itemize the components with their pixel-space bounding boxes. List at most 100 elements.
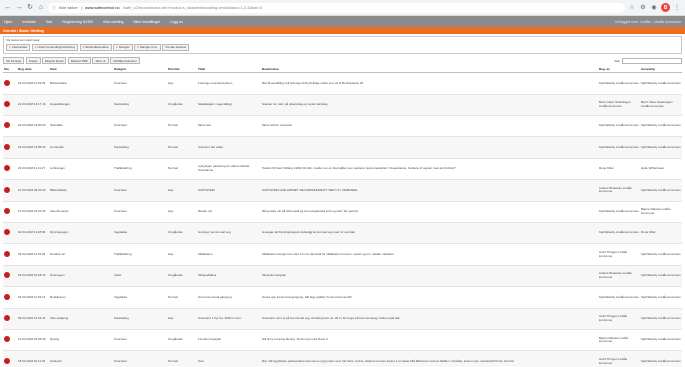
filter-chip-mangler[interactable]: ● Mangler xyxy=(113,43,133,51)
filter-chip-under-behandling[interactable]: ● Under behandling/Utbedring xyxy=(31,43,79,51)
extension-icon[interactable]: ⚙ xyxy=(639,4,647,12)
cell-title[interactable]: Forlenge overvanssystem xyxy=(197,72,261,95)
cell-title[interactable]: Skadelagtar i vegerdklugt xyxy=(197,94,261,117)
search-input[interactable] xyxy=(622,57,682,64)
cell-status xyxy=(3,94,17,117)
table-row[interactable]: 04.04.2018 11:03:13 Roskilmnen Vegdekke Nor… xyxy=(3,286,682,309)
filter-chip-vis-alle[interactable]: Vis alle statuser xyxy=(162,43,190,51)
table-row[interactable]: 22.03.2018 12:17:16 Hopeddrangen Kantslati… xyxy=(3,94,682,117)
nav-item-hjem[interactable]: Hjem xyxy=(4,20,12,24)
chip-label: Mangler xyxy=(118,45,130,50)
nav-item-innhikke[interactable]: Innhikke xyxy=(22,20,35,24)
col-header-category[interactable]: Kategori xyxy=(113,65,167,74)
cell-title[interactable]: Rønde mit xyxy=(197,201,261,223)
nav-item-kart[interactable]: Kart xyxy=(46,20,53,24)
address-bar[interactable]: ⓘ Ikke sikker | www.safecontrol.no/safe_… xyxy=(48,2,625,13)
home-icon[interactable]: ⌂ xyxy=(37,4,45,12)
cell-date: 22.03.2018 12:17:16 xyxy=(17,94,49,117)
nav-item-infra-melding[interactable]: Infra melding xyxy=(103,20,124,24)
cell-priority: Høy xyxy=(167,308,197,330)
copy-button[interactable]: Kopier xyxy=(25,56,41,65)
table-row[interactable]: 02.04.2018 11:18:09 Ryrsingvegen Vegdekke O… xyxy=(3,222,682,245)
bullet-icon: ● xyxy=(34,45,37,50)
cell-status xyxy=(3,222,17,245)
table-row[interactable]: 27.03.2018 09:01:00 Bikkmåhdde Overvann Høy… xyxy=(3,179,682,202)
table-row[interactable]: 27.03.2018 10:01:03 Alverrå senter Overvan… xyxy=(3,201,682,223)
cell-place: Steindøle xyxy=(49,115,113,138)
col-header-registered-by[interactable]: Reg. av xyxy=(598,65,640,74)
col-header-responsible[interactable]: Ansvarlig xyxy=(640,65,682,74)
forward-icon[interactable]: → xyxy=(15,4,23,12)
cell-place: Alverrå senter xyxy=(49,201,113,223)
nav-item-innstillinger[interactable]: Mine innstillinger xyxy=(134,20,161,24)
cell-title[interactable]: Grus kommunal gangveg xyxy=(197,286,261,309)
adblock-icon[interactable]: ◉ xyxy=(650,4,658,12)
profile-avatar[interactable]: B xyxy=(661,3,670,12)
cell-priority: Høy xyxy=(167,179,197,202)
status-dot-icon xyxy=(4,293,10,300)
cell-place: Hirelverk xyxy=(49,350,113,367)
col-header-description[interactable]: Beskrivelse xyxy=(261,65,598,74)
table-row[interactable]: 04.04.2018 10:18:13 Hirervegen Veiler Omgåe… xyxy=(3,265,682,288)
cell-status xyxy=(3,115,17,138)
print-button[interactable]: Skriv ut xyxy=(92,56,109,65)
table-row[interactable]: 12.04.2018 15:09:00 Rysing Overvann Omgåend… xyxy=(3,329,682,352)
nav-item-registrering[interactable]: Registrering NVDB xyxy=(62,20,92,24)
cell-description: Steinen for vofer på utkantslag og under… xyxy=(261,94,598,117)
cell-category: Overvann xyxy=(113,350,167,367)
back-icon[interactable]: ← xyxy=(4,4,12,12)
col-header-priority[interactable]: Prioritet xyxy=(167,65,197,74)
cell-date: 27.03.2018 10:01:03 xyxy=(17,201,49,223)
col-header-place[interactable]: Sted xyxy=(49,65,113,74)
reload-icon[interactable]: ↻ xyxy=(26,4,34,12)
cell-registered-by: Anders Brekestre Lindås kommune xyxy=(598,179,640,202)
show-rows-button[interactable]: Vis 10 linjer xyxy=(3,56,25,65)
cell-title[interactable]: Overvann 1 flyt Ca. 300mm innv. xyxy=(197,308,261,330)
cell-registered-by: Arvid Thingen Lindås kommune xyxy=(598,350,640,367)
table-row[interactable]: 09.04.2018 14:19:11 Vike sørkjeng Kantslat… xyxy=(3,308,682,330)
cell-title[interactable]: Grevlag / kommunal veg xyxy=(197,222,261,245)
bookmark-star-icon[interactable]: ☆ xyxy=(628,4,636,12)
cell-title[interactable]: Autovern tatt valde xyxy=(197,136,261,159)
browser-menu-icon[interactable]: ⋮ xyxy=(673,4,681,12)
status-dot-icon xyxy=(4,229,10,236)
col-header-status[interactable]: Sta xyxy=(3,65,17,74)
table-row[interactable]: 18.04.2018 10:11:02 Hirelverk Overvann Norm… xyxy=(3,350,682,367)
url-path: /safe_v2/modulmotor.cfm?modul=s_skadebeh… xyxy=(122,5,262,10)
status-dot-icon xyxy=(4,336,10,343)
table-row[interactable]: 22.03.2018 13:00:03 Steindøle Overvann Norm… xyxy=(3,115,682,138)
col-header-title[interactable]: Tittel xyxy=(197,65,261,74)
cell-status xyxy=(3,350,17,367)
table-row[interactable]: 22.03.2018 11:03:09 Buritssdrøne Overvann H… xyxy=(3,72,682,95)
cell-title[interactable]: Skrapedtakva xyxy=(197,265,261,288)
cell-registered-by: Bernt Inken Stedrangen Lindås kommune xyxy=(598,94,640,117)
toggle-columns-button[interactable]: Vis/Skjul kolonner xyxy=(110,56,140,65)
table-row[interactable]: 22.03.2018 13:55:04 Cu-hoolan Kantslating N… xyxy=(3,136,682,159)
cell-title[interactable]: Kum xyxy=(197,350,261,367)
cell-category: Overvann xyxy=(113,179,167,202)
cell-description: Skiltkasten henger kun etter 10 mm tamva… xyxy=(261,243,598,266)
nav-item-logg-av[interactable]: Logg av xyxy=(170,20,183,24)
status-dot-icon xyxy=(4,186,10,193)
cell-title[interactable]: For liten hopsplet xyxy=(197,329,261,352)
info-icon[interactable]: ⓘ xyxy=(52,5,56,11)
status-dot-icon xyxy=(4,357,10,364)
cell-title[interactable]: KANTSTEIN xyxy=(197,179,261,202)
table-row[interactable]: 03.04.2018 11:04:04 Hundvin ter Trafikksik… xyxy=(3,243,682,266)
cell-title[interactable]: Lyslyingen parkering av utlarne hamlar S… xyxy=(197,158,261,181)
cell-priority: Høy xyxy=(167,72,197,95)
table-row[interactable]: 23.03.2018 11:11:27 Lichrangen Trafikksikr… xyxy=(3,158,682,181)
status-dot-icon xyxy=(4,207,10,214)
cell-category: Vegdekke xyxy=(113,222,167,245)
filter-chip-ubehandlet[interactable]: ● Ubehandlet xyxy=(6,43,31,51)
cell-title[interactable]: Skiltkasten xyxy=(197,243,261,266)
filter-chip-mangler-innv[interactable]: ● Mangler innv. xyxy=(134,43,161,51)
export-pdf-button[interactable]: Eksport PDF xyxy=(67,56,91,65)
cell-date: 22.03.2018 11:03:09 xyxy=(17,72,49,95)
filter-chip-behandlet[interactable]: ● Behandlet/Lukket xyxy=(79,43,112,51)
cell-priority: Normal xyxy=(167,158,197,181)
cell-date: 27.03.2018 09:01:00 xyxy=(17,179,49,202)
col-header-date[interactable]: Reg. dato xyxy=(17,65,49,74)
export-excel-button[interactable]: Eksport Excel xyxy=(42,56,67,65)
cell-title[interactable]: Mens rød xyxy=(197,115,261,138)
